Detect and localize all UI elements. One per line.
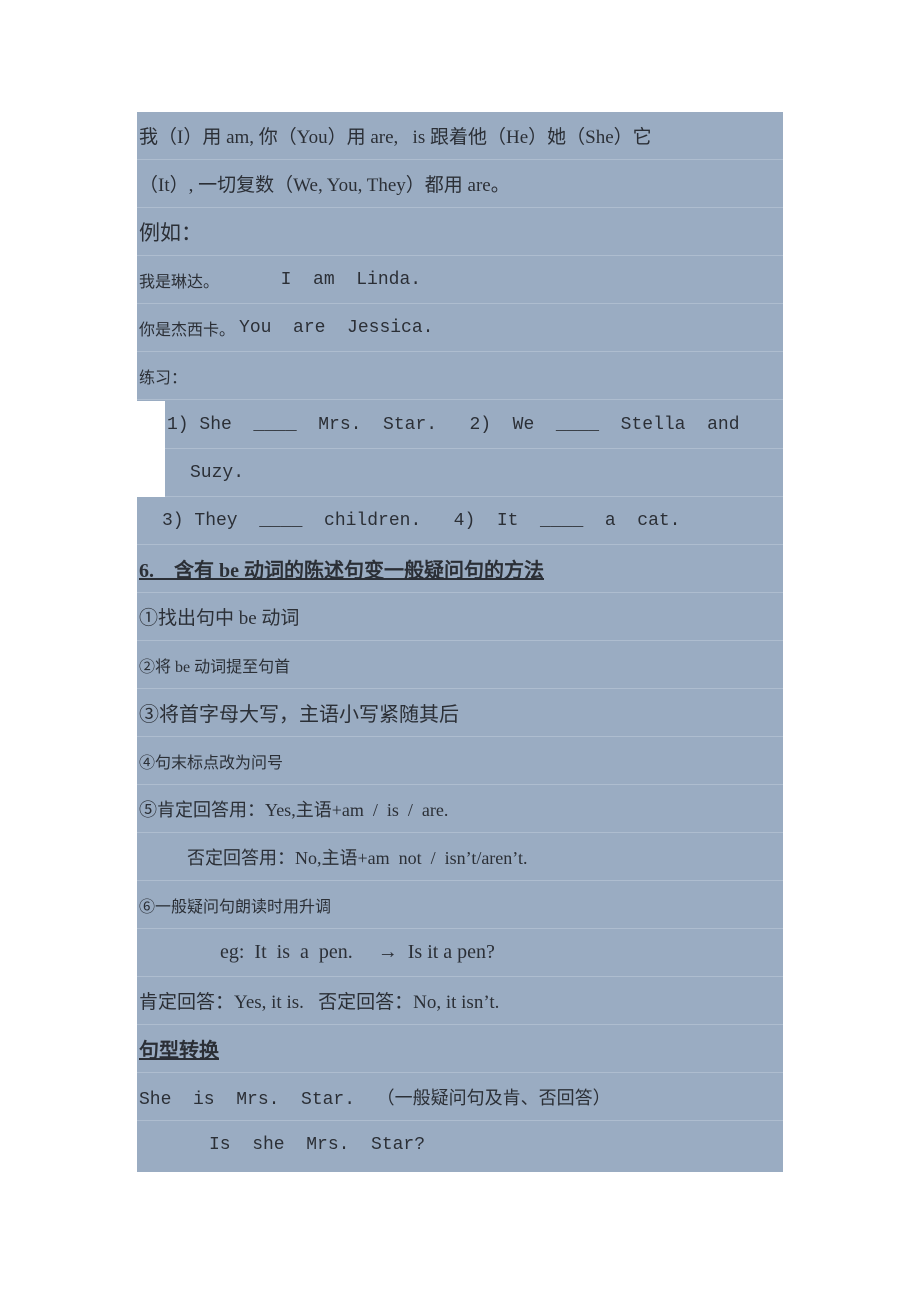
step-4: ④句末标点改为问号 xyxy=(139,754,284,772)
step-5-negative: 否定回答用：No,主语+am not / isn’t/aren’t. xyxy=(187,847,528,868)
practice-row-3: 3) They ____ children. 4) It ____ a cat. xyxy=(137,497,783,545)
step-5-positive-row: ⑤肯定回答用：Yes,主语+am / is / are. xyxy=(137,785,783,833)
practice-label-row: 练习： xyxy=(137,352,783,400)
step-5-positive: ⑤肯定回答用：Yes,主语+am / is / are. xyxy=(139,799,449,820)
document-page: 我（I）用 am, 你（You）用 are, is 跟着他（He）她（She）它… xyxy=(137,112,783,1172)
example-row-2: 你是杰西卡。 You are Jessica. xyxy=(137,304,783,352)
step-2-row: ②将 be 动词提至句首 xyxy=(137,641,783,689)
example-2-english: You are Jessica. xyxy=(239,317,434,338)
step-6-row: ⑥一般疑问句朗读时用升调 xyxy=(137,881,783,929)
rule-text-2: （It）, 一切复数（We, You, They）都用 are。 xyxy=(139,175,510,196)
section-6-heading: 6. 含有 be 动词的陈述句变一般疑问句的方法 xyxy=(139,560,544,582)
practice-questions-1-2: 1) She ____ Mrs. Star. 2) We ____ Stella… xyxy=(167,414,740,435)
step-2: ②将 be 动词提至句首 xyxy=(139,658,291,676)
step-6: ⑥一般疑问句朗读时用升调 xyxy=(139,898,332,916)
step-4-row: ④句末标点改为问号 xyxy=(137,737,783,785)
transform-heading: 句型转换 xyxy=(139,1040,219,1062)
section-6-heading-row: 6. 含有 be 动词的陈述句变一般疑问句的方法 xyxy=(137,545,783,593)
rule-line-1: 我（I）用 am, 你（You）用 are, is 跟着他（He）她（She）它 xyxy=(137,112,783,160)
practice-label: 练习： xyxy=(139,369,188,387)
step-1: ①找出句中 be 动词 xyxy=(139,608,300,629)
rule-line-2: （It）, 一切复数（We, You, They）都用 are。 xyxy=(137,160,783,208)
example-eg-row: eg: It is a pen. → Is it a pen? xyxy=(137,929,783,977)
example-answers: 肯定回答：Yes, it is. 否定回答：No, it isn’t. xyxy=(139,992,500,1013)
example-row-1: 我是琳达。 I am Linda. xyxy=(137,256,783,304)
answers-row: 肯定回答：Yes, it is. 否定回答：No, it isn’t. xyxy=(137,977,783,1025)
step-1-row: ①找出句中 be 动词 xyxy=(137,593,783,641)
step-3: ③将首字母大写，主语小写紧随其后 xyxy=(139,704,459,726)
examples-label: 例如： xyxy=(139,220,202,245)
example-2-chinese: 你是杰西卡。 xyxy=(139,321,236,339)
practice-row-1: 1) She ____ Mrs. Star. 2) We ____ Stella… xyxy=(137,401,783,449)
practice-questions-3-4: 3) They ____ children. 4) It ____ a cat. xyxy=(162,510,681,531)
transform-answer-row: Is she Mrs. Star? xyxy=(137,1121,783,1169)
transform-heading-row: 句型转换 xyxy=(137,1025,783,1073)
transform-prompt: She is Mrs. Star. （一般疑问句及肯、否回答） xyxy=(139,1089,611,1110)
transform-answer: Is she Mrs. Star? xyxy=(209,1135,426,1155)
step-5-negative-row: 否定回答用：No,主语+am not / isn’t/aren’t. xyxy=(137,833,783,881)
examples-label-row: 例如： xyxy=(137,208,783,256)
indent-notch xyxy=(137,401,165,497)
transform-prompt-row: She is Mrs. Star. （一般疑问句及肯、否回答） xyxy=(137,1073,783,1121)
step-3-row: ③将首字母大写，主语小写紧随其后 xyxy=(137,689,783,737)
example-eg: eg: It is a pen. → Is it a pen? xyxy=(220,941,495,963)
example-1-english: I am Linda. xyxy=(259,269,422,290)
rule-text-1: 我（I）用 am, 你（You）用 are, is 跟着他（He）她（She）它 xyxy=(139,127,652,148)
practice-row-2: Suzy. xyxy=(137,449,783,497)
example-1-chinese: 我是琳达。 xyxy=(139,273,220,291)
